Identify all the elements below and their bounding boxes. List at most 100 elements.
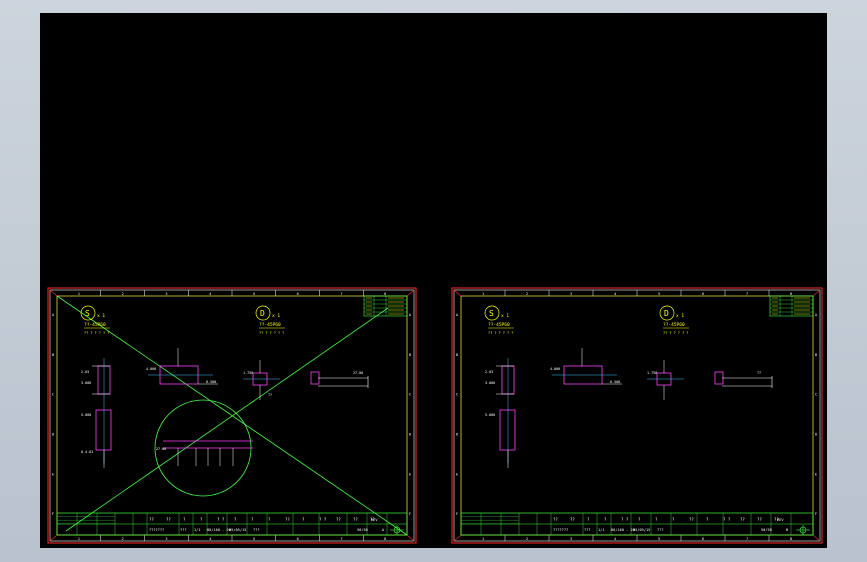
zone-number: 3 (165, 292, 167, 296)
zone-letter: E (52, 472, 54, 476)
dimension-label: 0.4.02 (81, 450, 93, 454)
zone-number: 5 (253, 292, 255, 296)
zone-letter: F (815, 512, 817, 516)
dimension-label: 1.750 (243, 371, 253, 375)
view-qty: x 1 (501, 313, 509, 319)
zone-number: 2 (122, 292, 124, 296)
drawing-canvas[interactable]: 1122334455667788A AB BC CD DE EF F??????? ????… (40, 13, 827, 548)
zone-number: 7 (340, 537, 342, 541)
zone-letter: E (409, 472, 411, 476)
zone-number: 7 (746, 537, 748, 541)
rev-label: REV (777, 518, 784, 522)
title-cell-text: ?? (353, 517, 358, 522)
title-cell-text: ? (200, 517, 203, 522)
title-cell-text: ?? (553, 517, 558, 522)
title-cell-text: ?? (285, 517, 290, 522)
zone-letter: E (456, 472, 458, 476)
zone-letter: A (409, 313, 412, 317)
dimension-label: 0.500 (206, 380, 216, 384)
part-geometry: 2.03 3.000 5.000 4.000 0.500 1.750?? (485, 348, 773, 468)
title-cell-text: 50/50 (761, 528, 772, 532)
view-material: ??-45P60 (488, 322, 510, 328)
drawing-sheet-1[interactable]: 1122334455667788A AB BC CD DE EF F??????? ????… (47, 287, 417, 544)
view-letter: S (85, 309, 90, 318)
zone-number: 2 (526, 292, 528, 296)
dimension-label: 4.000 (146, 367, 156, 371)
frame-corner (812, 534, 821, 542)
zone-number: 3 (165, 537, 167, 541)
zone-number: 3 (570, 537, 572, 541)
zone-number: 2 (526, 537, 528, 541)
view-label-s: Sx 1 ??-45P60 ?? ? ? ? ? ? (80, 305, 110, 335)
zone-letter: E (815, 472, 817, 476)
zone-number: 8 (384, 537, 386, 541)
zone-number: 1 (482, 292, 484, 296)
zone-number: 1 (482, 537, 484, 541)
zone-letter: F (409, 512, 411, 516)
title-cell-text: ? (706, 517, 709, 522)
view-note: ?? ? ? ? ? ? (84, 331, 109, 335)
frame-corner (49, 289, 58, 297)
dimension-label: 1.750 (647, 371, 657, 375)
zone-letter: B (409, 353, 411, 357)
zone-number: 6 (297, 292, 299, 296)
title-cell-text: ?? (336, 517, 341, 522)
title-cell-text: ??? (657, 528, 664, 532)
part-outline (95, 409, 112, 451)
zone-number: 1 (78, 292, 80, 296)
title-cell-text: ? (672, 517, 675, 522)
title-cell-text: ? ? (621, 517, 629, 522)
title-cell-text: B (786, 528, 788, 532)
view-material: ??-45P60 (259, 322, 281, 328)
title-cell-text: 1/1 (194, 528, 201, 532)
title-cell-text: 1/1 (598, 528, 605, 532)
zone-number: 2 (122, 537, 124, 541)
dimension-label: 5.000 (81, 413, 91, 417)
title-cell-text: ??????? (553, 528, 568, 532)
view-letter: D (664, 309, 669, 318)
title-cell-text: ? ? (723, 517, 731, 522)
view-label-s: Sx 1 ??-45P60 ?? ? ? ? ? ? (484, 305, 514, 335)
title-cell-text: ? ? (319, 517, 327, 522)
zone-number: 4 (614, 537, 616, 541)
zone-number: 6 (297, 537, 299, 541)
title-cell-text: 50/50 (357, 528, 368, 532)
title-cell-text: ? (638, 517, 641, 522)
zone-letter: D (52, 432, 54, 436)
detail-dim-label: 27.00 (156, 447, 166, 451)
cad-viewport[interactable]: 1 1 2 2 3 3 4 4 5 5 6 6 7 7 8 8 A A B B C C D D E E F F??????? ????… (40, 13, 827, 548)
view-letter: S (489, 309, 494, 318)
title-cell-text: ??? (253, 528, 260, 532)
part-outline (310, 371, 320, 385)
zone-letter: F (456, 512, 458, 516)
title-cell-text: 05/05/15 (633, 528, 650, 532)
dimension-label: 4.000 (550, 367, 560, 371)
zone-number: 3 (570, 292, 572, 296)
zone-letter: D (456, 432, 458, 436)
diagonal-line (65, 307, 389, 532)
sheet-inner-frame (460, 295, 814, 536)
crosshair-origin-icon (796, 525, 810, 535)
part-geometry: 2.03 3.000 5.000 4.000 0.500 1.750 27.00 0.4.02… (81, 348, 369, 468)
title-cell-text: A (382, 528, 385, 532)
title-cell-text: ?? (757, 517, 762, 522)
zone-letter: D (815, 432, 817, 436)
zone-number: 8 (790, 292, 792, 296)
title-cell-text: ? (183, 517, 186, 522)
dimension-label: 3.000 (81, 381, 91, 385)
zone-letter: B (815, 353, 817, 357)
title-cell-text: ??????? (149, 528, 164, 532)
detail-circle: 27.00 (154, 399, 253, 497)
zone-number: 7 (746, 292, 748, 296)
drawing-sheet-2[interactable]: 1122334455667788A AB BC CD DE EF F??????? ????… (451, 287, 823, 544)
title-cell-text: ? (604, 517, 607, 522)
title-block: ??????? ???????? ????????????????? 1/1 80/… (460, 512, 814, 536)
frame-corner (453, 289, 462, 297)
rev-label: REV (371, 518, 378, 522)
title-cell-text: ? (268, 517, 271, 522)
dimension-label: ?? (757, 371, 761, 375)
zone-number: 1 (78, 537, 80, 541)
title-cell-text: ? (587, 517, 590, 522)
zone-letter: F (52, 512, 54, 516)
zone-number: 6 (702, 292, 704, 296)
